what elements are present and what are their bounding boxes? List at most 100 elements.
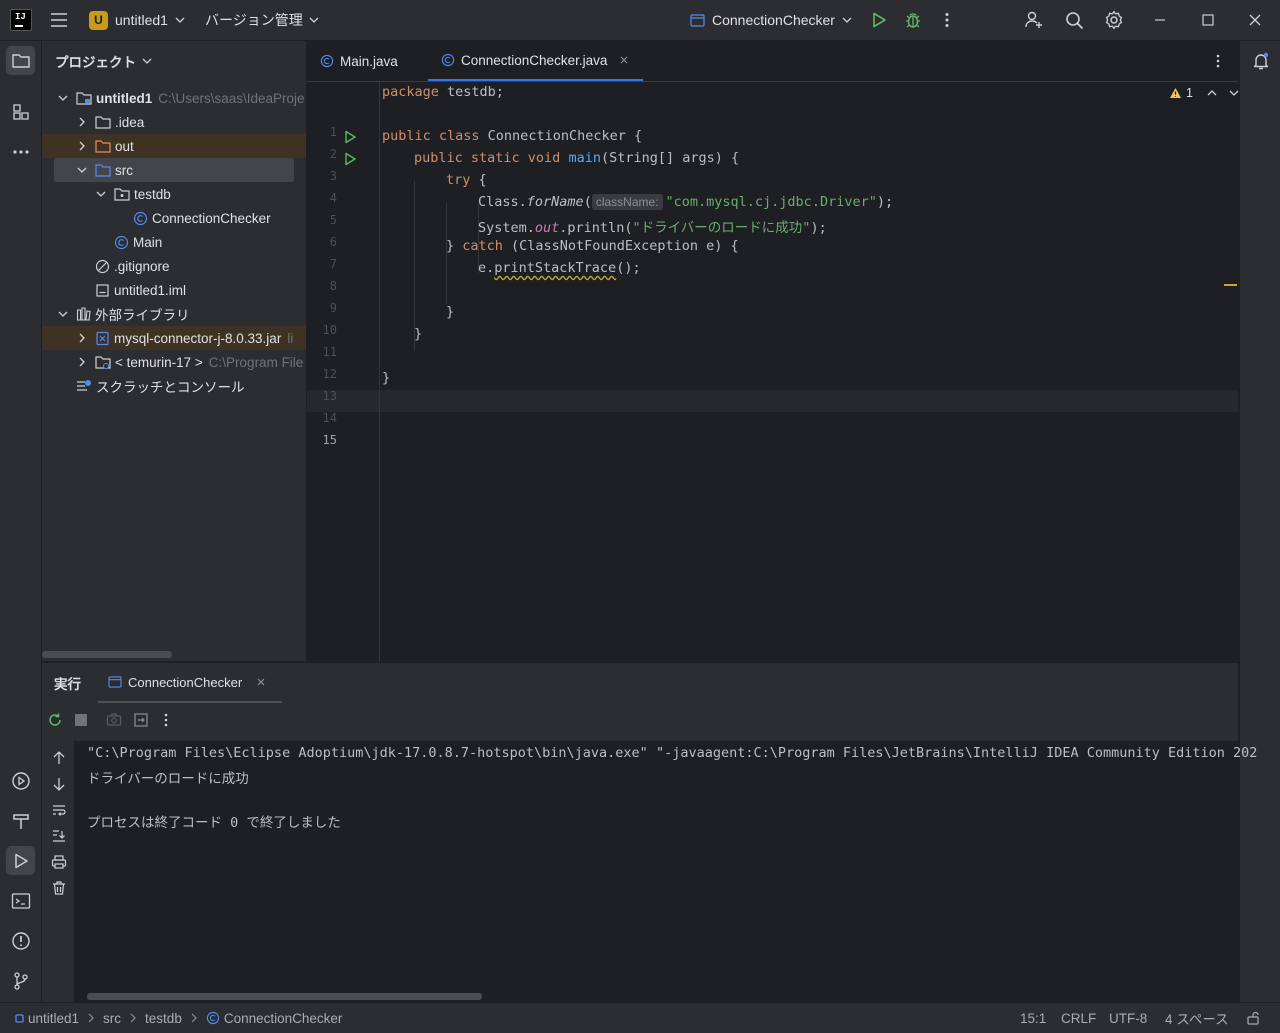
git-tool-button[interactable] (6, 966, 35, 995)
folder-icon (95, 116, 111, 129)
line-number: 8 (329, 279, 337, 293)
caret-position[interactable]: 15:1 (1020, 1003, 1046, 1033)
run-tool-button[interactable] (6, 846, 35, 875)
close-window-button[interactable] (1247, 0, 1263, 40)
code-line-14[interactable]: } (382, 370, 390, 386)
run-button[interactable] (870, 0, 888, 40)
ignore-file-icon (95, 259, 110, 273)
console-output[interactable]: "C:\Program Files\Eclipse Adoptium\jdk-1… (74, 741, 1257, 1003)
inspection-widget[interactable]: 1 (1169, 86, 1239, 100)
close-icon[interactable] (256, 677, 266, 687)
left-tool-strip (0, 41, 42, 1002)
code-line-9[interactable]: e.printStackTrace(); (478, 260, 641, 276)
tree-item-out[interactable]: out (42, 134, 306, 158)
excluded-folder-icon (95, 140, 111, 153)
run-class-gutter-icon[interactable] (343, 130, 357, 144)
tab-connectionchecker-java[interactable]: ConnectionChecker.java (428, 41, 643, 81)
file-encoding[interactable]: UTF-8 (1109, 1003, 1147, 1033)
line-separator[interactable]: CRLF (1061, 1003, 1096, 1033)
horizontal-scrollbar[interactable] (87, 993, 482, 1000)
bug-icon (906, 13, 920, 28)
code-line-4[interactable]: public static void main(String[] args) { (414, 150, 739, 166)
main-menu-icon[interactable] (48, 0, 70, 40)
project-selector[interactable]: U untitled1 (89, 0, 185, 40)
services-tool-button[interactable] (6, 766, 35, 795)
tree-item-external-libraries[interactable]: 外部ライブラリ (42, 302, 306, 326)
tree-item-src[interactable]: src (54, 158, 294, 182)
vcs-menu[interactable]: バージョン管理 (205, 0, 319, 40)
problems-tool-button[interactable] (6, 926, 35, 955)
run-more-button[interactable] (158, 712, 174, 728)
tree-item-jdk[interactable]: < temurin-17 > C:\Program File (42, 350, 306, 374)
breadcrumb-item[interactable]: src (103, 1011, 121, 1026)
warning-stripe-mark[interactable] (1224, 284, 1237, 286)
code-line-8[interactable]: } catch (ClassNotFoundException e) { (446, 238, 739, 254)
run-tab-connectionchecker[interactable]: ConnectionChecker (98, 663, 282, 703)
tree-item-iml[interactable]: untitled1.iml (42, 278, 306, 302)
line-number: 13 (322, 389, 337, 403)
chevron-right-icon (130, 1013, 136, 1023)
tree-item-idea[interactable]: .idea (42, 110, 306, 134)
indent-setting[interactable]: 4 スペース (1165, 1003, 1229, 1033)
run-main-gutter-icon[interactable] (343, 152, 357, 166)
notifications-button[interactable] (1246, 46, 1275, 75)
dump-threads-button[interactable] (106, 712, 122, 728)
project-tool-button[interactable] (6, 46, 35, 75)
tree-item-mysql-connector[interactable]: mysql-connector-j-8.0.33.jar li (42, 326, 306, 350)
tree-item-gitignore[interactable]: .gitignore (42, 254, 306, 278)
tree-item-untitled1[interactable]: untitled1 C:\Users\saas\IdeaProje (42, 86, 306, 110)
code-line-5[interactable]: try { (446, 172, 487, 188)
more-tools-button[interactable] (6, 137, 35, 166)
scroll-to-end-button[interactable] (51, 828, 67, 844)
code-line-11[interactable]: } (446, 304, 454, 320)
chevron-up-icon[interactable] (1207, 88, 1217, 98)
code-line-7[interactable]: System.out.println("ドライバーのロードに成功"); (478, 216, 827, 236)
debug-button[interactable] (904, 0, 922, 40)
print-button[interactable] (51, 854, 67, 870)
tab-main-java[interactable]: Main.java (320, 41, 398, 81)
tree-item-connectionchecker[interactable]: ConnectionChecker (42, 206, 306, 230)
clear-all-button[interactable] (51, 880, 67, 896)
code-line-12[interactable]: } (414, 326, 422, 342)
git-branch-icon (13, 971, 28, 990)
camera-icon (106, 713, 122, 726)
intellij-logo-icon[interactable]: IJ (10, 0, 32, 40)
chevron-down-icon[interactable] (1229, 88, 1239, 98)
code-with-me-button[interactable] (1024, 0, 1044, 40)
breadcrumb-item[interactable]: ConnectionChecker (224, 1011, 343, 1026)
run-icon (873, 12, 886, 28)
scroll-down-button[interactable] (52, 776, 66, 792)
code-line-6[interactable]: Class.forName(className: "com.mysql.cj.jd… (478, 194, 893, 210)
terminal-tool-button[interactable] (6, 886, 35, 915)
maximize-button[interactable] (1200, 0, 1216, 40)
tree-item-label: 外部ライブラリ (95, 308, 190, 323)
tree-item-main[interactable]: Main (42, 230, 306, 254)
run-config-selector[interactable]: ConnectionChecker (690, 0, 852, 40)
tab-label: Main.java (340, 53, 398, 69)
close-icon[interactable] (619, 55, 629, 65)
settings-button[interactable] (1104, 0, 1124, 40)
scroll-up-button[interactable] (52, 750, 66, 766)
project-panel-header[interactable]: プロジェクト (55, 41, 152, 81)
soft-wrap-button[interactable] (51, 803, 67, 819)
tree-item-testdb[interactable]: testdb (42, 182, 306, 206)
tree-item-scratches[interactable]: スクラッチとコンソール (42, 374, 306, 398)
breadcrumb-item[interactable]: testdb (145, 1011, 182, 1026)
code-line-3[interactable]: public class ConnectionChecker { (382, 128, 642, 144)
exit-button[interactable] (133, 712, 149, 728)
tabs-more-button[interactable] (1210, 41, 1226, 81)
read-only-toggle[interactable] (1246, 1003, 1260, 1033)
more-actions-button[interactable] (938, 0, 956, 40)
code-line-1[interactable]: package testdb; (382, 84, 504, 100)
rerun-button[interactable] (47, 712, 63, 728)
structure-tool-button[interactable] (6, 97, 35, 126)
search-button[interactable] (1065, 0, 1084, 40)
warning-icon (1170, 88, 1181, 98)
breadcrumb-item[interactable]: untitled1 (28, 1011, 79, 1026)
horizontal-scrollbar[interactable] (42, 651, 172, 658)
stop-icon[interactable] (75, 714, 87, 726)
minimize-button[interactable] (1152, 0, 1168, 40)
title-bar: IJ U untitled1 バージョン管理 ConnectionChecker (0, 0, 1280, 41)
console-line: "C:\Program Files\Eclipse Adoptium\jdk-1… (87, 745, 1258, 761)
build-tool-button[interactable] (6, 806, 35, 835)
